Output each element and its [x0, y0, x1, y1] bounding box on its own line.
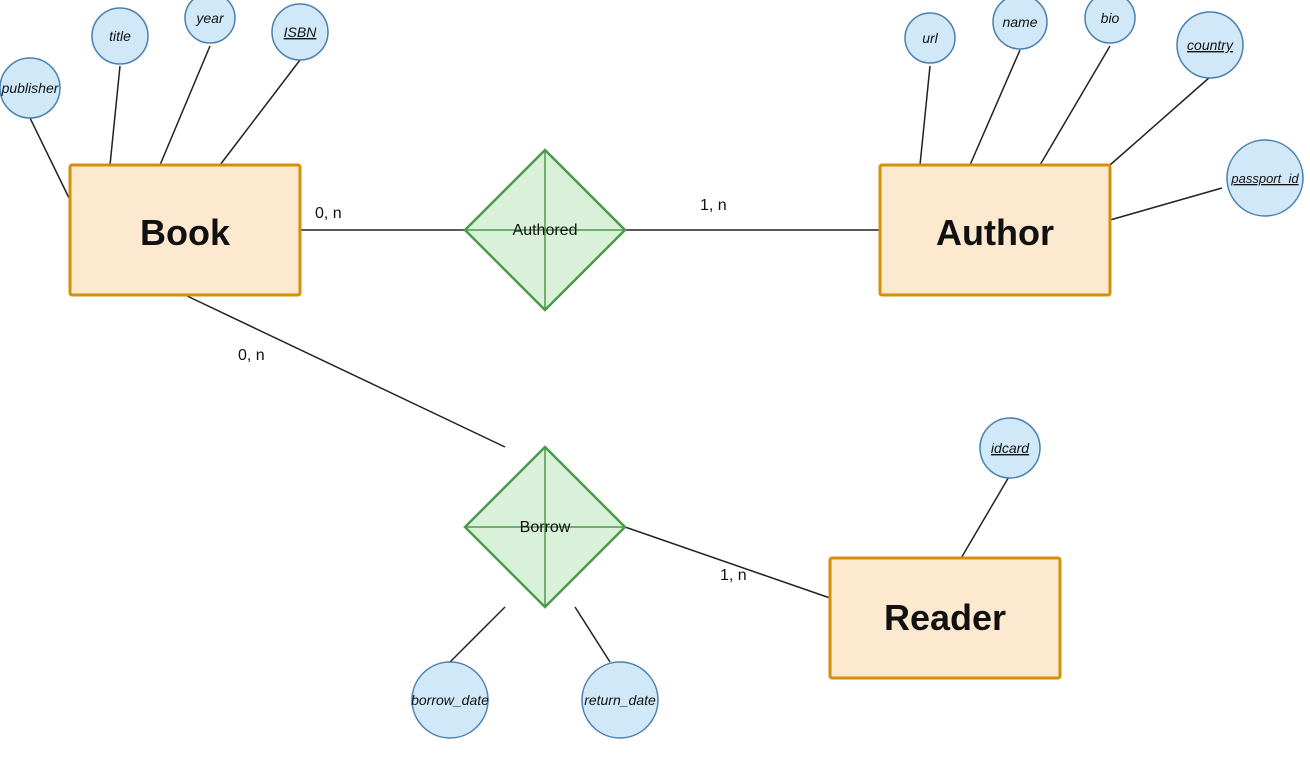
attr-name-label: name	[1002, 14, 1037, 30]
attr-publisher-label: publisher	[1, 80, 60, 96]
er-diagram: Book Author Reader Authored Borrow 0, n …	[0, 0, 1310, 772]
attr-borrow-date-label: borrow_date	[411, 692, 489, 708]
attr-line-passport	[1110, 188, 1222, 220]
attr-year-label: year	[195, 10, 225, 26]
attr-isbn-label: ISBN	[284, 24, 318, 40]
attr-line-title	[110, 66, 120, 165]
attr-line-isbn	[220, 60, 300, 165]
relationship-authored-label: Authored	[513, 222, 578, 239]
attr-line-publisher	[30, 118, 70, 200]
attr-line-return-date	[575, 607, 610, 662]
card-book-authored: 0, n	[315, 205, 342, 222]
card-book-borrow: 0, n	[238, 347, 265, 364]
attr-line-country	[1110, 77, 1210, 165]
attr-country-label: country	[1187, 37, 1234, 53]
entity-book-label: Book	[140, 212, 231, 253]
card-borrow-reader: 1, n	[720, 567, 747, 584]
attr-passport-id-label: passport_id	[1230, 171, 1299, 186]
attr-line-url	[920, 66, 930, 165]
attr-line-borrow-date	[450, 607, 505, 662]
attr-url-label: url	[922, 30, 938, 46]
attr-line-year	[160, 46, 210, 165]
card-authored-author: 1, n	[700, 197, 727, 214]
attr-line-bio	[1040, 46, 1110, 165]
entity-author-label: Author	[936, 212, 1054, 253]
attr-line-name	[970, 50, 1020, 165]
line-borrow-reader	[625, 527, 830, 598]
attr-idcard-label: idcard	[991, 440, 1030, 456]
attr-return-date-label: return_date	[584, 692, 656, 708]
attr-title-label: title	[109, 28, 131, 44]
line-book-borrow	[185, 295, 505, 447]
attr-bio-label: bio	[1101, 10, 1120, 26]
relationship-borrow-label: Borrow	[520, 519, 571, 536]
attr-line-idcard	[960, 475, 1010, 560]
entity-reader-label: Reader	[884, 597, 1006, 638]
